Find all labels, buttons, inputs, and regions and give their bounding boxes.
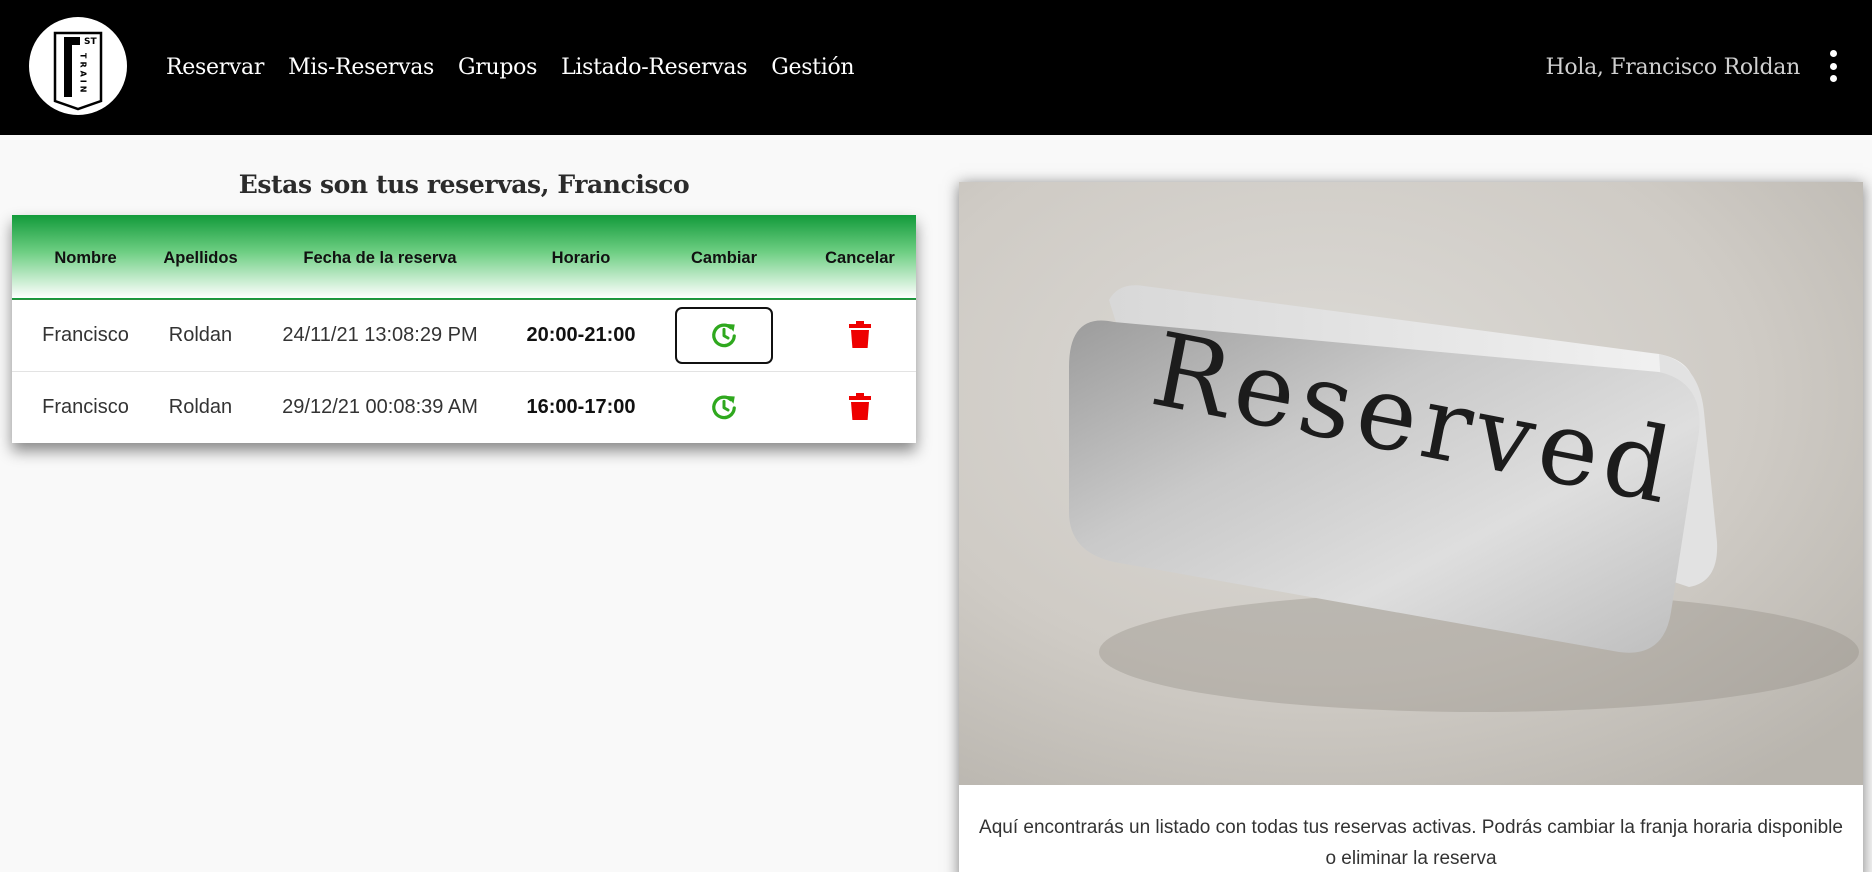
reserved-sign-image: Reserved bbox=[959, 182, 1863, 785]
change-reservation-button[interactable] bbox=[675, 306, 773, 364]
column-header-cancelar: Cancelar bbox=[825, 249, 895, 268]
cell-cambiar bbox=[644, 299, 804, 371]
reservations-table: Nombre Apellidos Fecha de la reserva Hor… bbox=[12, 215, 916, 443]
cell-horario: 20:00-21:00 bbox=[526, 323, 636, 346]
nav-link-listado-reservas[interactable]: Listado-Reservas bbox=[561, 55, 747, 80]
change-reservation-button[interactable] bbox=[675, 379, 773, 436]
kebab-dot bbox=[1829, 50, 1837, 57]
card-description: Aquí encontrarás un listado con todas tu… bbox=[979, 817, 1843, 869]
brand-logo[interactable]: ST TRAIN bbox=[29, 17, 127, 115]
column-header-cambiar: Cambiar bbox=[690, 249, 758, 268]
user-greeting: Hola, Francisco Roldan bbox=[1545, 55, 1801, 80]
cell-horario: 16:00-17:00 bbox=[526, 395, 636, 418]
delete-reservation-button[interactable] bbox=[840, 315, 880, 355]
info-card: Reserved Aquí encontrarás un listado con… bbox=[959, 182, 1863, 872]
cell-apellidos: Roldan bbox=[168, 323, 233, 346]
cell-cancelar bbox=[804, 299, 916, 371]
table-row: Francisco Roldan 29/12/21 00:08:39 AM 16… bbox=[12, 371, 916, 443]
logo-emblem-icon: ST TRAIN bbox=[53, 31, 103, 111]
reservations-title: Estas son tus reservas, Francisco bbox=[238, 170, 690, 199]
column-header-fecha: Fecha de la reserva bbox=[303, 249, 457, 268]
column-header-apellidos: Apellidos bbox=[163, 249, 238, 268]
cell-fecha: 24/11/21 13:08:29 PM bbox=[282, 323, 478, 346]
cell-fecha: 29/12/21 00:08:39 AM bbox=[282, 395, 478, 418]
cell-nombre: Francisco bbox=[42, 395, 129, 418]
table-header: Nombre Apellidos Fecha de la reserva Hor… bbox=[12, 215, 916, 299]
table-row: Francisco Roldan 24/11/21 13:08:29 PM 20… bbox=[12, 299, 916, 371]
main-nav: Reservar Mis-Reservas Grupos Listado-Res… bbox=[166, 0, 878, 135]
cell-cancelar bbox=[804, 371, 916, 443]
kebab-dot bbox=[1829, 62, 1837, 70]
trash-icon bbox=[849, 393, 871, 421]
kebab-dot bbox=[1829, 75, 1837, 82]
cell-nombre: Francisco bbox=[42, 323, 129, 346]
cell-apellidos: Roldan bbox=[168, 395, 233, 418]
kebab-menu-icon[interactable] bbox=[1828, 50, 1838, 82]
logo-superscript: ST bbox=[84, 37, 97, 47]
nav-link-reservar[interactable]: Reservar bbox=[166, 55, 264, 80]
delete-reservation-button[interactable] bbox=[840, 387, 880, 427]
nav-link-gestion[interactable]: Gestión bbox=[771, 55, 854, 80]
logo-letters: TRAIN bbox=[79, 53, 88, 95]
cell-cambiar bbox=[644, 371, 804, 443]
column-header-horario: Horario bbox=[551, 249, 611, 268]
navbar: ST TRAIN Reservar Mis-Reservas Grupos Li… bbox=[0, 0, 1872, 135]
nav-link-mis-reservas[interactable]: Mis-Reservas bbox=[288, 55, 434, 80]
clock-refresh-icon bbox=[712, 323, 736, 348]
table-body: Francisco Roldan 24/11/21 13:08:29 PM 20… bbox=[12, 299, 916, 443]
trash-icon bbox=[849, 321, 871, 348]
header-row: Nombre Apellidos Fecha de la reserva Hor… bbox=[12, 215, 916, 299]
nav-link-grupos[interactable]: Grupos bbox=[458, 55, 537, 80]
clock-refresh-icon bbox=[712, 395, 736, 420]
column-header-nombre: Nombre bbox=[54, 249, 117, 268]
